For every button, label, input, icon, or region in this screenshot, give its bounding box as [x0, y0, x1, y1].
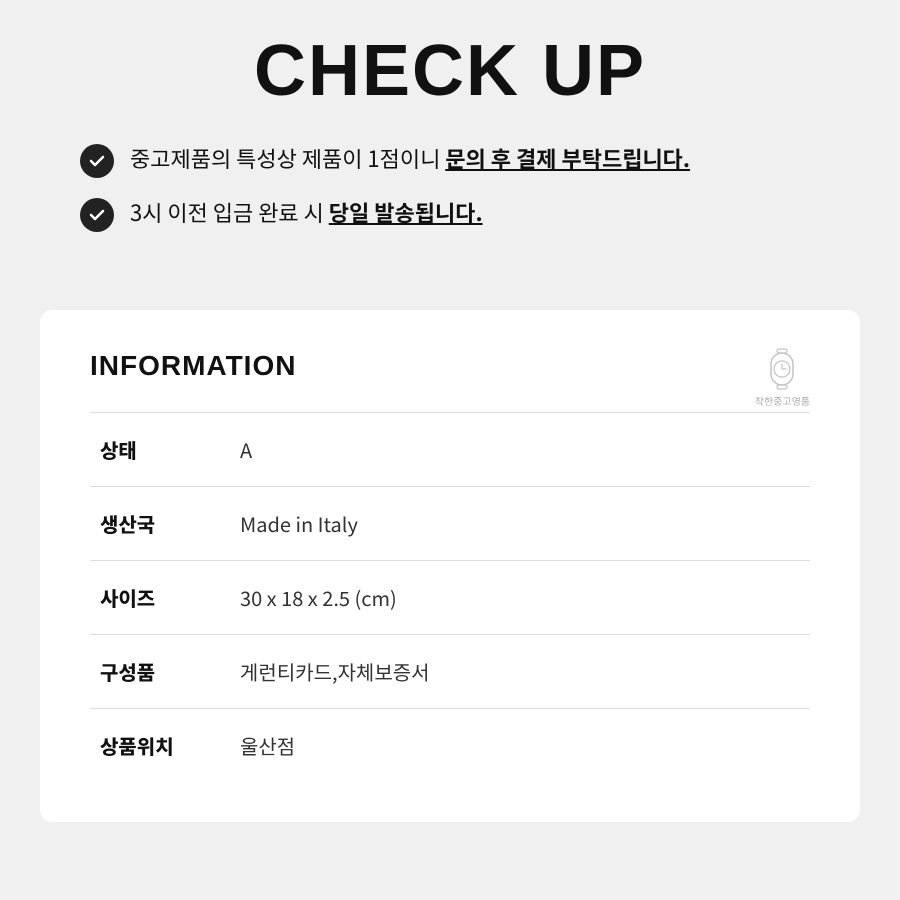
label-location: 상품위치 [90, 709, 230, 783]
value-status: A [230, 413, 810, 487]
value-components: 게런티카드,자체보증서 [230, 635, 810, 709]
table-row-status: 상태 A [90, 413, 810, 487]
checkmark-icon-1 [80, 144, 114, 178]
checkmark-icon-2 [80, 198, 114, 232]
table-row-location: 상품위치 울산점 [90, 709, 810, 783]
label-components: 구성품 [90, 635, 230, 709]
checklist-item-2-text: 3시 이전 입금 완료 시 당일 발송됩니다. [130, 196, 483, 229]
info-section: INFORMATION 착한중고명품 상태 A 생산국 Made in Ital… [40, 310, 860, 822]
checklist-item-1-text: 중고제품의 특성상 제품이 1점이니 문의 후 결제 부탁드립니다. [130, 142, 690, 175]
info-table: 상태 A 생산국 Made in Italy 사이즈 30 x 18 x 2.5… [90, 412, 810, 782]
table-row-size: 사이즈 30 x 18 x 2.5 (cm) [90, 561, 810, 635]
checklist-item-1: 중고제품의 특성상 제품이 1점이니 문의 후 결제 부탁드립니다. [80, 142, 820, 178]
header-section: CHECK UP 중고제품의 특성상 제품이 1점이니 문의 후 결제 부탁드립… [0, 0, 900, 290]
page-title: CHECK UP [60, 30, 840, 112]
info-title: INFORMATION [90, 350, 810, 382]
brand-name: 착한중고명품 [755, 394, 810, 407]
checklist: 중고제품의 특성상 제품이 1점이니 문의 후 결제 부탁드립니다. 3시 이전… [60, 142, 840, 250]
value-origin: Made in Italy [230, 487, 810, 561]
checklist-item-2: 3시 이전 입금 완료 시 당일 발송됩니다. [80, 196, 820, 232]
brand-watermark: 착한중고명품 [755, 348, 810, 407]
table-row-origin: 생산국 Made in Italy [90, 487, 810, 561]
label-status: 상태 [90, 413, 230, 487]
value-location: 울산점 [230, 709, 810, 783]
value-size: 30 x 18 x 2.5 (cm) [230, 561, 810, 635]
table-row-components: 구성품 게런티카드,자체보증서 [90, 635, 810, 709]
label-size: 사이즈 [90, 561, 230, 635]
watch-icon [763, 348, 801, 390]
label-origin: 생산국 [90, 487, 230, 561]
